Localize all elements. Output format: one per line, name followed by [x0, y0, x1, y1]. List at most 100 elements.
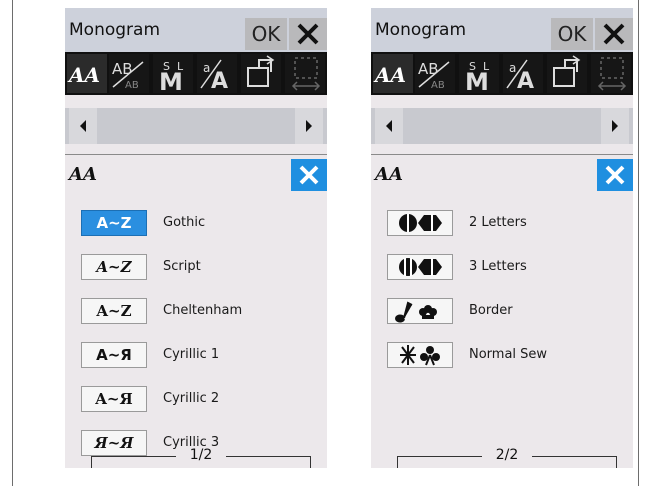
svg-text:AA: AA — [67, 164, 97, 185]
tool-letter-layout[interactable]: S M L — [459, 54, 499, 93]
page-border-left — [12, 0, 13, 486]
svg-text:AA: AA — [373, 164, 403, 185]
close-icon — [603, 23, 625, 45]
close-icon — [299, 165, 319, 185]
rotate-icon — [247, 55, 275, 87]
arrow-left-icon — [80, 120, 86, 132]
section-close-button[interactable] — [597, 159, 633, 191]
list-item-cyrillic-1[interactable]: A~Я Cyrillic 1 — [65, 340, 327, 370]
ok-button[interactable]: OK — [551, 18, 593, 50]
three-letter-monogram-icon — [399, 258, 442, 276]
page-indicator: 1/2 — [91, 446, 311, 468]
svg-text:AB: AB — [431, 80, 445, 91]
list-item-2-letters[interactable]: 2 Letters — [371, 208, 633, 238]
three-letters-label: 3 Letters — [469, 259, 527, 274]
svg-text:AB: AB — [112, 60, 133, 78]
arrow-right-icon — [612, 120, 618, 132]
scroll-right-button[interactable] — [295, 108, 323, 144]
tool-font-style[interactable]: AA — [67, 54, 107, 93]
tool-letter-size[interactable]: AB AB — [109, 54, 149, 93]
rotate-icon — [553, 55, 581, 87]
two-letters-label: 2 Letters — [469, 215, 527, 230]
font-script-button[interactable]: A~Z — [81, 254, 147, 280]
toolbar: AA AB AB S M L a A — [65, 52, 327, 95]
spacing-icon — [597, 57, 627, 91]
font-cyrillic-2-label: Cyrillic 2 — [163, 391, 220, 406]
tool-rotate[interactable] — [547, 54, 587, 93]
font-cheltenham-button[interactable]: A~Z — [81, 298, 147, 324]
svg-text:AB: AB — [418, 60, 439, 78]
svg-text:a: a — [509, 61, 516, 75]
list-item-3-letters[interactable]: 3 Letters — [371, 252, 633, 282]
svg-text:L: L — [483, 60, 490, 73]
normal-sew-label: Normal Sew — [469, 347, 548, 362]
case-icon: a A — [506, 59, 534, 93]
close-button[interactable] — [289, 18, 327, 50]
page-number: 1/2 — [189, 447, 213, 463]
list-item-cyrillic-2[interactable]: A~Я Cyrillic 2 — [65, 384, 327, 414]
titlebar: Monogram OK — [65, 8, 327, 52]
font-cyrillic-1-label: Cyrillic 1 — [163, 347, 220, 362]
close-button[interactable] — [595, 18, 633, 50]
tool-letter-size[interactable]: AB AB — [415, 54, 455, 93]
font-cheltenham-label: Cheltenham — [163, 303, 243, 318]
section-header: AA — [65, 154, 327, 191]
font-style-icon: AA — [67, 164, 97, 185]
scroll-left-button[interactable] — [375, 108, 403, 144]
svg-text:AA: AA — [67, 63, 100, 87]
horizontal-scrollbar[interactable] — [65, 108, 327, 144]
svg-text:A: A — [517, 69, 534, 93]
svg-text:AA: AA — [373, 63, 406, 87]
screen-title: Monogram — [69, 20, 161, 40]
section-close-button[interactable] — [291, 159, 327, 191]
ok-button[interactable]: OK — [245, 18, 287, 50]
monogram-screen-page-2: Monogram OK AA AB AB S M L a A AA 2 Lett… — [371, 8, 633, 468]
toolbar: AA AB AB S M L a A — [371, 52, 633, 95]
list-item-border[interactable]: Border — [371, 296, 633, 326]
page-number: 2/2 — [495, 447, 519, 463]
font-gothic-button[interactable]: A~Z — [81, 210, 147, 236]
font-cyrillic-2-button[interactable]: A~Я — [81, 386, 147, 412]
close-icon — [297, 23, 319, 45]
letter-size-icon: AB AB — [418, 60, 450, 91]
scroll-left-button[interactable] — [69, 108, 97, 144]
font-style-icon: AA — [67, 63, 100, 87]
normal-sew-button[interactable] — [387, 342, 453, 368]
letter-layout-icon: S M L — [465, 60, 490, 93]
font-script-label: Script — [163, 259, 201, 274]
arrow-right-icon — [306, 120, 312, 132]
three-letters-button[interactable] — [387, 254, 453, 280]
tool-spacing[interactable] — [591, 54, 631, 93]
border-label: Border — [469, 303, 513, 318]
horizontal-scrollbar[interactable] — [371, 108, 633, 144]
font-gothic-label: Gothic — [163, 215, 206, 230]
two-letter-monogram-icon — [399, 214, 442, 232]
font-cyrillic-1-button[interactable]: A~Я — [81, 342, 147, 368]
font-style-icon: AA — [373, 164, 403, 185]
list-item-script[interactable]: A~Z Script — [65, 252, 327, 282]
border-button[interactable] — [387, 298, 453, 324]
list-item-normal-sew[interactable]: Normal Sew — [371, 340, 633, 370]
list-item-cheltenham[interactable]: A~Z Cheltenham — [65, 296, 327, 326]
tool-font-style[interactable]: AA — [373, 54, 413, 93]
tool-letter-layout[interactable]: S M L — [153, 54, 193, 93]
page-indicator: 2/2 — [397, 446, 617, 468]
list-item-gothic[interactable]: A~Z Gothic — [65, 208, 327, 238]
font-style-icon: AA — [373, 63, 406, 87]
section-header: AA — [371, 154, 633, 191]
tool-spacing[interactable] — [285, 54, 325, 93]
tool-rotate[interactable] — [241, 54, 281, 93]
titlebar: Monogram OK — [371, 8, 633, 52]
tool-case[interactable]: a A — [503, 54, 543, 93]
scroll-right-button[interactable] — [601, 108, 629, 144]
spacing-icon — [291, 57, 321, 91]
arrow-left-icon — [386, 120, 392, 132]
letter-layout-icon: S M L — [159, 60, 184, 93]
tool-case[interactable]: a A — [197, 54, 237, 93]
case-icon: a A — [200, 59, 228, 93]
two-letters-button[interactable] — [387, 210, 453, 236]
letter-size-icon: AB AB — [112, 60, 144, 91]
monogram-screen-page-1: Monogram OK AA AB AB S M L a A AA A~Z Go… — [65, 8, 327, 468]
svg-text:AB: AB — [125, 80, 139, 91]
border-pattern-icon — [395, 301, 437, 323]
